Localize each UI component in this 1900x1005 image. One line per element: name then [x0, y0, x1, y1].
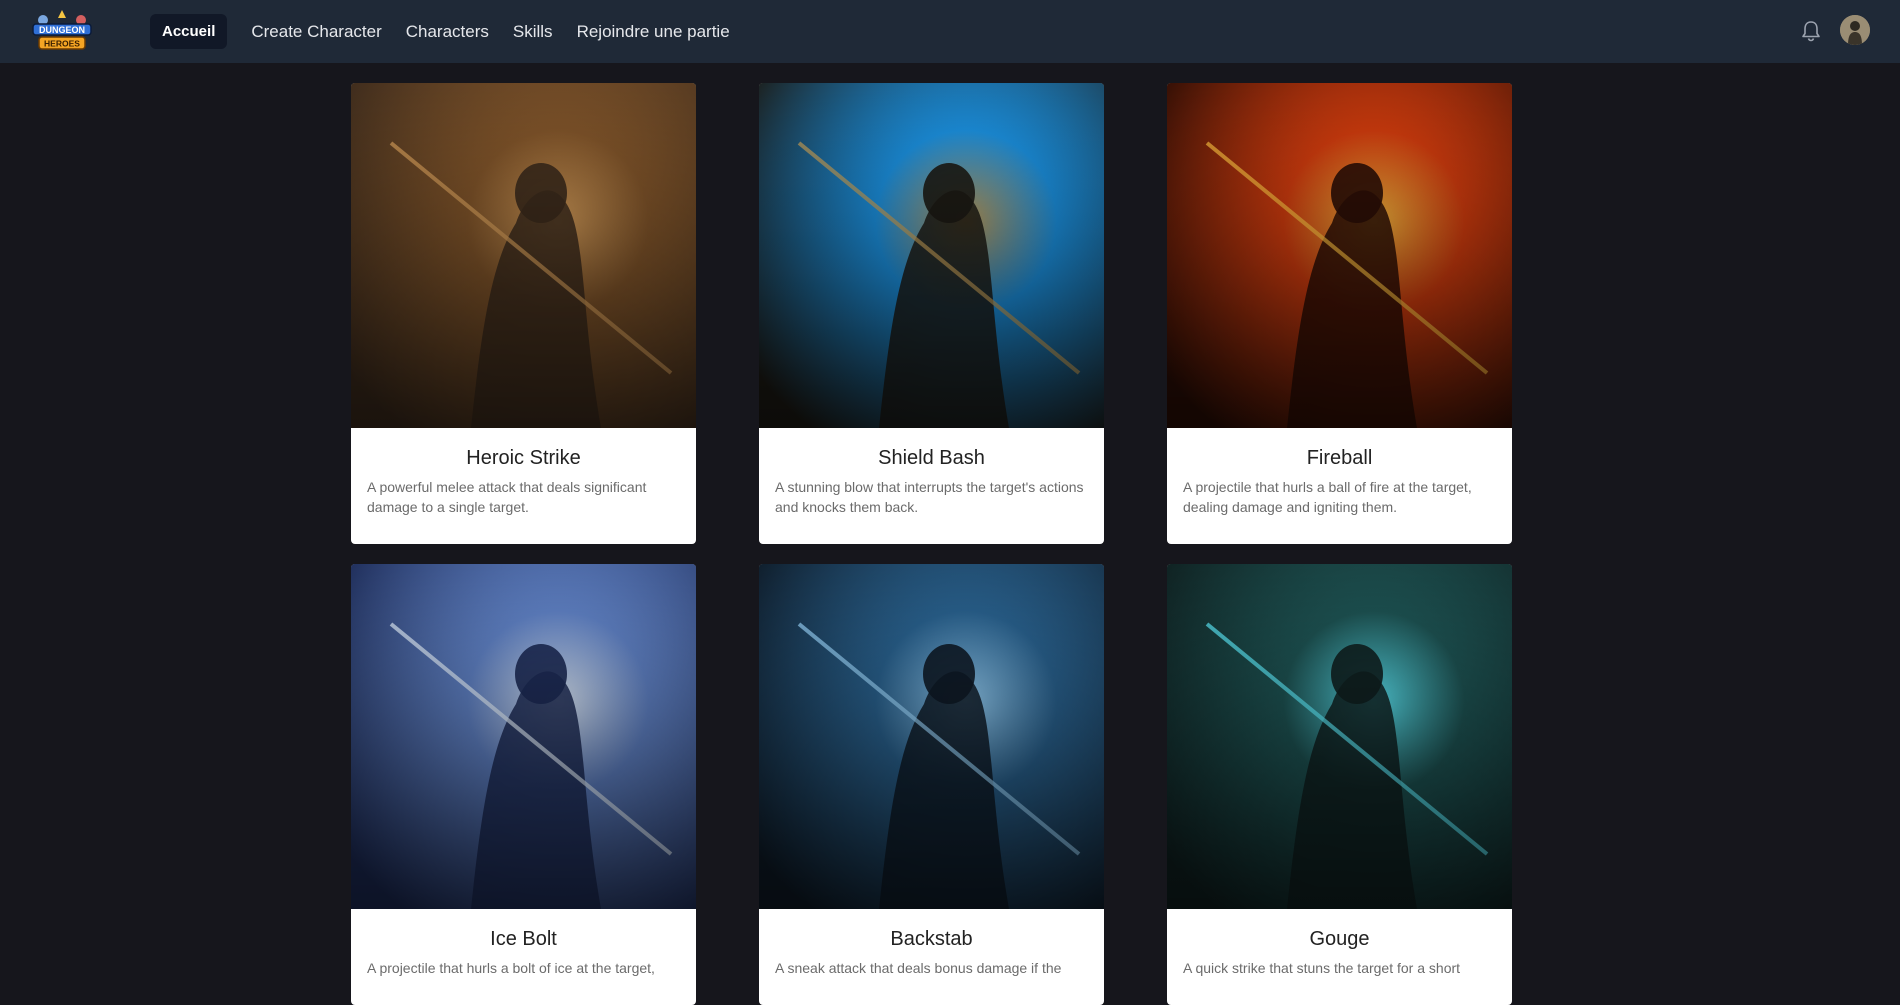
skill-card[interactable]: Heroic Strike A powerful melee attack tha…	[351, 83, 696, 544]
hooded-rogue-dagger-art	[759, 564, 1104, 909]
skill-name: Backstab	[890, 928, 973, 950]
nav-item-characters[interactable]: Characters	[394, 14, 501, 49]
skill-description: A stunning blow that interrupts the targ…	[775, 479, 1084, 515]
skill-description: A powerful melee attack that deals signi…	[367, 479, 647, 515]
nav-item-create-character[interactable]: Create Character	[239, 14, 393, 49]
main-nav: Accueil Create Character Characters Skil…	[150, 14, 742, 49]
skill-card[interactable]: Shield Bash A stunning blow that interrup…	[759, 83, 1104, 544]
user-avatar[interactable]	[1840, 15, 1870, 45]
skill-name: Gouge	[1309, 928, 1370, 950]
nav-item-skills[interactable]: Skills	[501, 14, 565, 49]
hooded-assassin-teal-art	[1167, 564, 1512, 909]
skill-name: Ice Bolt	[490, 928, 557, 950]
skill-card-body: Backstab A sneak attack that deals bonus …	[759, 909, 1104, 1005]
skill-description: A projectile that hurls a bolt of ice at…	[367, 960, 655, 976]
skill-name: Fireball	[1306, 447, 1373, 469]
logo-text-bottom: HEROES	[44, 39, 80, 49]
skill-description: A sneak attack that deals bonus damage i…	[775, 960, 1062, 976]
skill-name: Heroic Strike	[466, 447, 581, 469]
glowing-blue-shield-art	[759, 83, 1104, 428]
fire-mage-art	[1167, 83, 1512, 428]
top-navbar: DUNGEON HEROES Accueil Create Character …	[0, 0, 1900, 63]
skill-description: A quick strike that stuns the target for…	[1183, 960, 1461, 976]
skill-name: Shield Bash	[878, 447, 985, 469]
skill-card[interactable]: Backstab A sneak attack that deals bonus …	[759, 564, 1104, 1005]
skill-card-body: Shield Bash A stunning blow that interrup…	[759, 428, 1104, 544]
ice-mage-art	[351, 564, 696, 909]
skill-card-body: Gouge A quick strike that stuns the targe…	[1167, 909, 1512, 1005]
nav-item-accueil[interactable]: Accueil	[150, 14, 228, 49]
skill-card-body: Heroic Strike A powerful melee attack tha…	[351, 428, 696, 544]
skill-description: A projectile that hurls a ball of fire a…	[1183, 479, 1472, 515]
skill-card[interactable]: Gouge A quick strike that stuns the targe…	[1167, 564, 1512, 1005]
skill-card-body: Fireball A projectile that hurls a ball o…	[1167, 428, 1512, 544]
nav-item-rejoindre-une-partie[interactable]: Rejoindre une partie	[565, 14, 742, 49]
app-logo[interactable]: DUNGEON HEROES	[29, 8, 95, 54]
skill-card[interactable]: Fireball A projectile that hurls a ball o…	[1167, 83, 1512, 544]
skill-card-body: Ice Bolt A projectile that hurls a bolt o…	[351, 909, 696, 1005]
armored-warrior-sword-art	[351, 83, 696, 428]
logo-text-top: DUNGEON	[39, 25, 85, 35]
bell-icon[interactable]	[1797, 17, 1825, 45]
skill-card[interactable]: Ice Bolt A projectile that hurls a bolt o…	[351, 564, 696, 1005]
